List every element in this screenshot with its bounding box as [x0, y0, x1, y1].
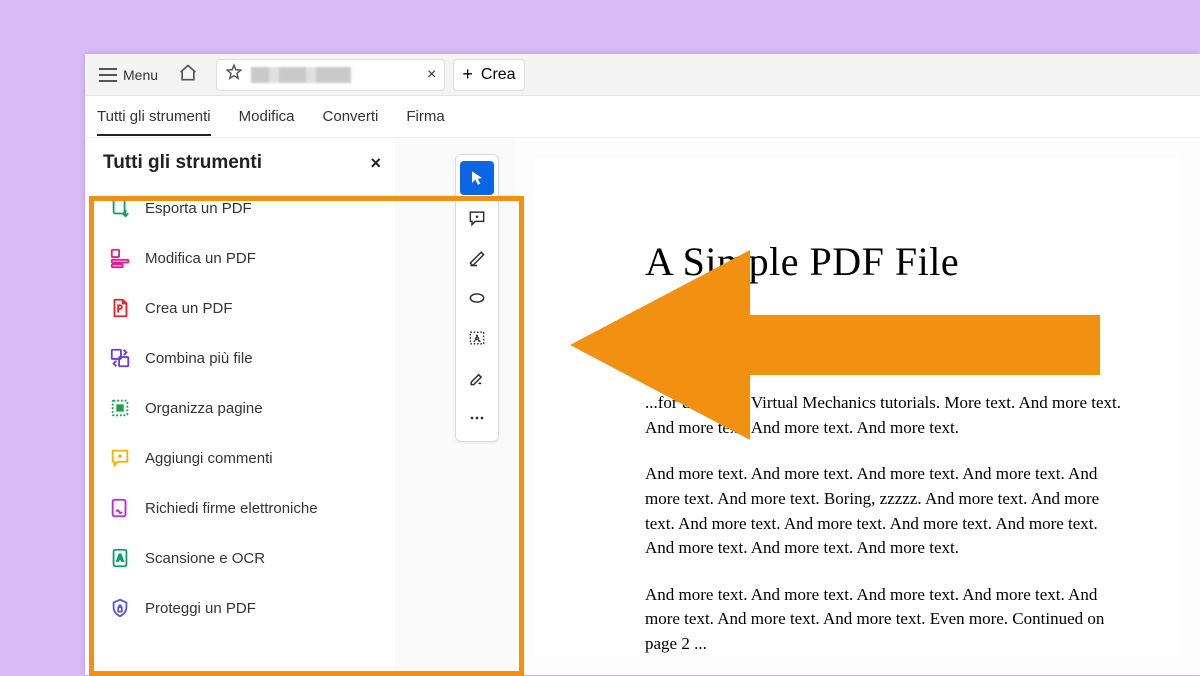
- tool-request-signatures[interactable]: Richiedi firme elettroniche: [103, 486, 395, 530]
- request-signatures-icon: [109, 497, 131, 519]
- tool-create-pdf[interactable]: Crea un PDF: [103, 286, 395, 330]
- tool-label: Crea un PDF: [145, 300, 233, 317]
- document-tab[interactable]: ×: [216, 59, 445, 91]
- pdf-app-window: Menu × + Crea Tutti gli strumenti Modifi…: [85, 54, 1200, 675]
- tool-scan-ocr[interactable]: A Scansione e OCR: [103, 536, 395, 580]
- tool-edit-pdf[interactable]: Modifica un PDF: [103, 236, 395, 280]
- create-pdf-icon: [109, 297, 131, 319]
- textbox-tool-icon: A: [467, 328, 487, 348]
- home-button[interactable]: [168, 59, 208, 91]
- select-tool-icon: [467, 168, 487, 188]
- more-tools[interactable]: [460, 401, 494, 435]
- tool-label: Richiedi firme elettroniche: [145, 500, 318, 517]
- draw-tool-icon: [467, 288, 487, 308]
- star-icon: [225, 63, 243, 86]
- svg-text:A: A: [117, 553, 124, 563]
- pdf-title: A Simple PDF File: [645, 238, 1130, 285]
- close-panel-button[interactable]: ×: [370, 153, 381, 174]
- menubar-convert[interactable]: Converti: [323, 97, 379, 136]
- panel-header: Tutti gli strumenti ×: [103, 152, 395, 174]
- pdf-paragraph: ...for use in the Virtual Mechanics tuto…: [645, 391, 1130, 440]
- scan-ocr-icon: A: [109, 547, 131, 569]
- pdf-paragraph: And more text. And more text. And more t…: [645, 583, 1130, 657]
- menubar-edit[interactable]: Modifica: [239, 97, 295, 136]
- hamburger-icon: [99, 68, 117, 82]
- close-tab-button[interactable]: ×: [427, 66, 436, 84]
- vertical-toolbar: A: [455, 154, 499, 442]
- plus-icon: +: [462, 64, 473, 85]
- pdf-subtitle: a small demonstration .pdf file -: [645, 345, 1130, 365]
- tool-label: Combina più file: [145, 350, 253, 367]
- more-tools-icon: [467, 408, 487, 428]
- tool-label: Aggiungi commenti: [145, 450, 273, 467]
- home-icon: [178, 63, 198, 86]
- edit-pdf-icon: [109, 247, 131, 269]
- content-area: Tutti gli strumenti × Esporta un PDF Mod…: [85, 138, 1200, 675]
- sign-tool[interactable]: [460, 361, 494, 395]
- tool-export-pdf[interactable]: Esporta un PDF: [103, 186, 395, 230]
- tool-label: Modifica un PDF: [145, 250, 256, 267]
- tool-list: Esporta un PDF Modifica un PDF Crea un P…: [103, 186, 395, 630]
- tool-protect-pdf[interactable]: Proteggi un PDF: [103, 586, 395, 630]
- panel-title: Tutti gli strumenti: [103, 152, 262, 174]
- export-pdf-icon: [109, 197, 131, 219]
- menubar-all-tools[interactable]: Tutti gli strumenti: [97, 97, 211, 136]
- comment-tool[interactable]: [460, 201, 494, 235]
- comment-tool-icon: [467, 208, 487, 228]
- menubar-sign[interactable]: Firma: [406, 97, 444, 136]
- menubar: Tutti gli strumenti Modifica Converti Fi…: [85, 96, 1200, 138]
- main-menu-button[interactable]: Menu: [91, 59, 166, 91]
- all-tools-panel: Tutti gli strumenti × Esporta un PDF Mod…: [85, 138, 395, 675]
- titlebar: Menu × + Crea: [85, 54, 1200, 96]
- tool-label: Esporta un PDF: [145, 200, 252, 217]
- document-title-redacted: [251, 67, 351, 83]
- draw-tool[interactable]: [460, 281, 494, 315]
- combine-files-icon: [109, 347, 131, 369]
- tool-label: Proteggi un PDF: [145, 600, 256, 617]
- tool-add-comments[interactable]: Aggiungi commenti: [103, 436, 395, 480]
- pdf-page: A Simple PDF File a small demonstration …: [535, 158, 1180, 655]
- sign-tool-icon: [467, 368, 487, 388]
- menu-label: Menu: [123, 67, 158, 83]
- tool-organize-pages[interactable]: Organizza pagine: [103, 386, 395, 430]
- add-comments-icon: [109, 447, 131, 469]
- create-tab-button[interactable]: + Crea: [453, 59, 524, 91]
- tool-label: Scansione e OCR: [145, 550, 265, 567]
- pdf-paragraph: And more text. And more text. And more t…: [645, 462, 1130, 561]
- highlight-tool[interactable]: [460, 241, 494, 275]
- organize-pages-icon: [109, 397, 131, 419]
- highlight-tool-icon: [467, 248, 487, 268]
- create-label: Crea: [481, 66, 516, 84]
- textbox-tool[interactable]: A: [460, 321, 494, 355]
- tool-combine-files[interactable]: Combina più file: [103, 336, 395, 380]
- tool-label: Organizza pagine: [145, 400, 263, 417]
- select-tool[interactable]: [460, 161, 494, 195]
- protect-pdf-icon: [109, 597, 131, 619]
- document-viewport[interactable]: A Simple PDF File a small demonstration …: [515, 138, 1200, 675]
- svg-text:A: A: [474, 333, 480, 343]
